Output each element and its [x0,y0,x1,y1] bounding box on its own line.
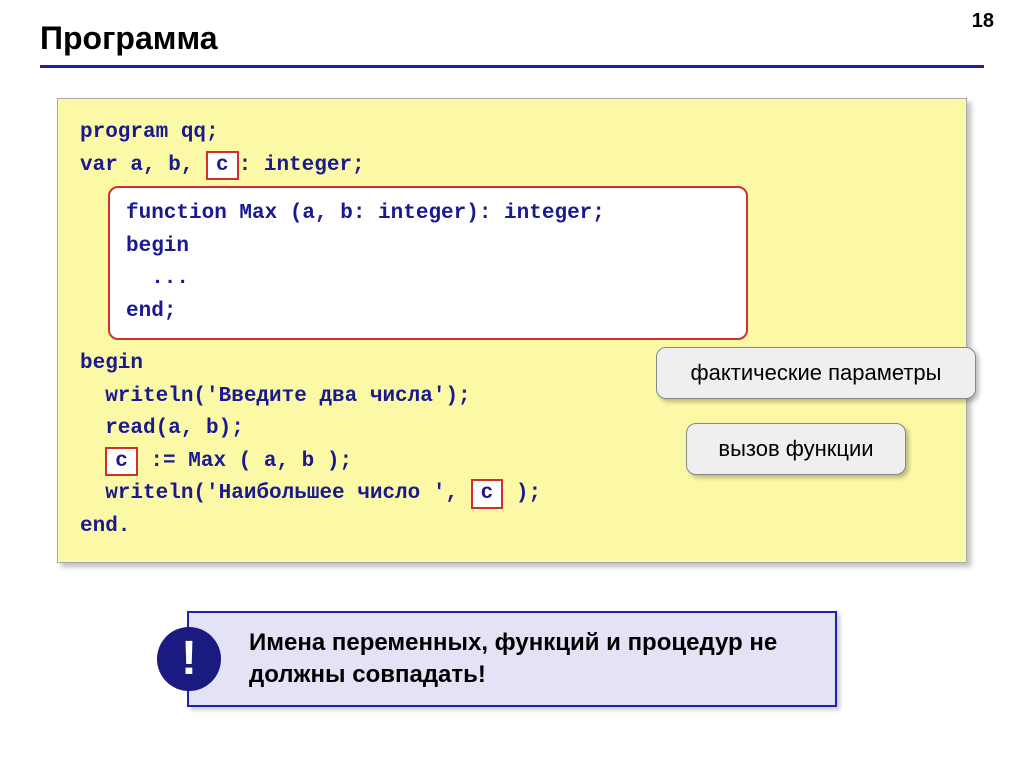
page-title: Программа [40,20,984,57]
note-wrap: ! Имена переменных, функций и процедур н… [187,611,837,708]
function-box: function Max (a, b: integer): integer; b… [108,186,748,340]
exclamation-badge: ! [157,627,221,691]
var-c-highlight: c [471,479,504,508]
page-number: 18 [972,10,994,33]
code-line: begin [126,231,730,264]
note-box: Имена переменных, функций и процедур не … [187,611,837,708]
code-block: program qq; var a, b, c: integer; functi… [57,98,967,563]
var-c-highlight: c [206,151,239,180]
code-line: function Max (a, b: integer): integer; [126,198,730,231]
code-line: var a, b, c: integer; [80,150,944,183]
code-line: ... [126,263,730,296]
callout-call: вызов функции [686,423,906,475]
code-text: := Max ( a, b ); [138,450,352,473]
code-line: end; [126,296,730,329]
code-line: program qq; [80,117,944,150]
code-line: writeln('Наибольшее число ', c ); [80,478,944,511]
title-underline [40,65,984,68]
code-text: var a, b, [80,154,206,177]
var-c-highlight: c [105,447,138,476]
code-text: ); [503,482,541,505]
code-text: : integer; [239,154,365,177]
code-line: end. [80,511,944,544]
callout-params: фактические параметры [656,347,976,399]
code-text: writeln('Наибольшее число ', [80,482,471,505]
